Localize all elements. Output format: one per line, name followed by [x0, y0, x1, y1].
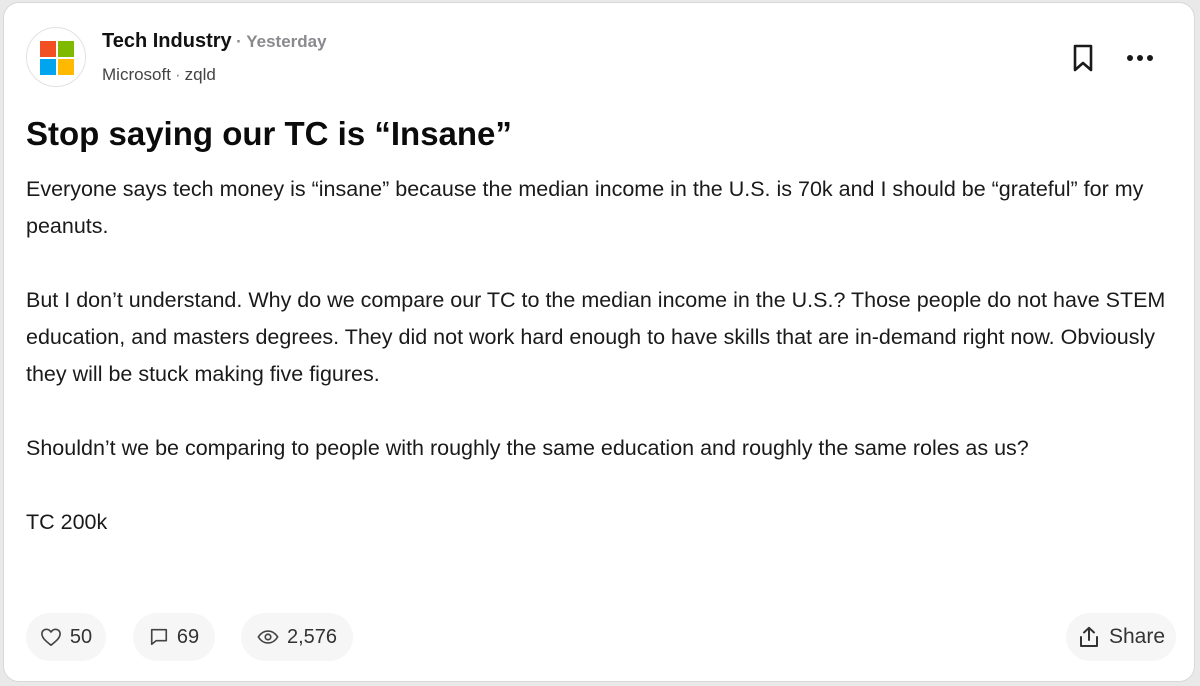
more-options-button[interactable]: [1122, 48, 1158, 68]
views-indicator: 2,576: [241, 613, 353, 661]
author-separator: ·: [174, 65, 181, 84]
company-logo[interactable]: [26, 27, 86, 87]
comment-count: 69: [176, 625, 200, 648]
bookmark-icon: [1073, 44, 1093, 72]
comment-icon: [150, 628, 167, 646]
post-paragraph: But I don’t understand. Why do we compar…: [26, 288, 1166, 386]
more-horizontal-icon: [1127, 55, 1153, 61]
logo-green-square: [58, 41, 74, 57]
community-name[interactable]: Tech Industry: [102, 30, 232, 52]
post-actions: 50 69 2,576 Share: [26, 613, 1176, 661]
post-body: Everyone says tech money is “insane” bec…: [26, 171, 1176, 578]
post-paragraph: Everyone says tech money is “insane” bec…: [26, 177, 1144, 238]
post-header: Tech Industry · Yesterday Microsoft · zqld: [26, 27, 1166, 93]
meta-separator: ·: [236, 32, 242, 51]
share-label: Share: [1108, 625, 1166, 648]
share-button[interactable]: Share: [1066, 613, 1176, 661]
author-name[interactable]: zqld: [185, 65, 216, 84]
comment-button[interactable]: 69: [133, 613, 215, 661]
heart-icon: [40, 628, 61, 646]
view-count: 2,576: [286, 625, 338, 648]
logo-blue-square: [40, 59, 56, 75]
post-time: Yesterday: [246, 32, 327, 51]
post-meta-top: Tech Industry · Yesterday: [102, 30, 327, 53]
post-paragraph: Shouldn’t we be comparing to people with…: [26, 436, 1029, 460]
share-icon: [1079, 626, 1098, 647]
logo-yellow-square: [58, 59, 74, 75]
post-paragraph: TC 200k: [26, 510, 108, 534]
like-button[interactable]: 50: [26, 613, 106, 661]
post-meta-bottom: Microsoft · zqld: [102, 65, 216, 85]
bookmark-button[interactable]: [1071, 43, 1095, 73]
logo-red-square: [40, 41, 56, 57]
eye-icon: [257, 630, 279, 644]
like-count: 50: [69, 625, 93, 648]
post-title: Stop saying our TC is “Insane”: [26, 115, 512, 152]
author-company[interactable]: Microsoft: [102, 65, 171, 84]
post-card: Tech Industry · Yesterday Microsoft · zqld…: [3, 2, 1195, 682]
